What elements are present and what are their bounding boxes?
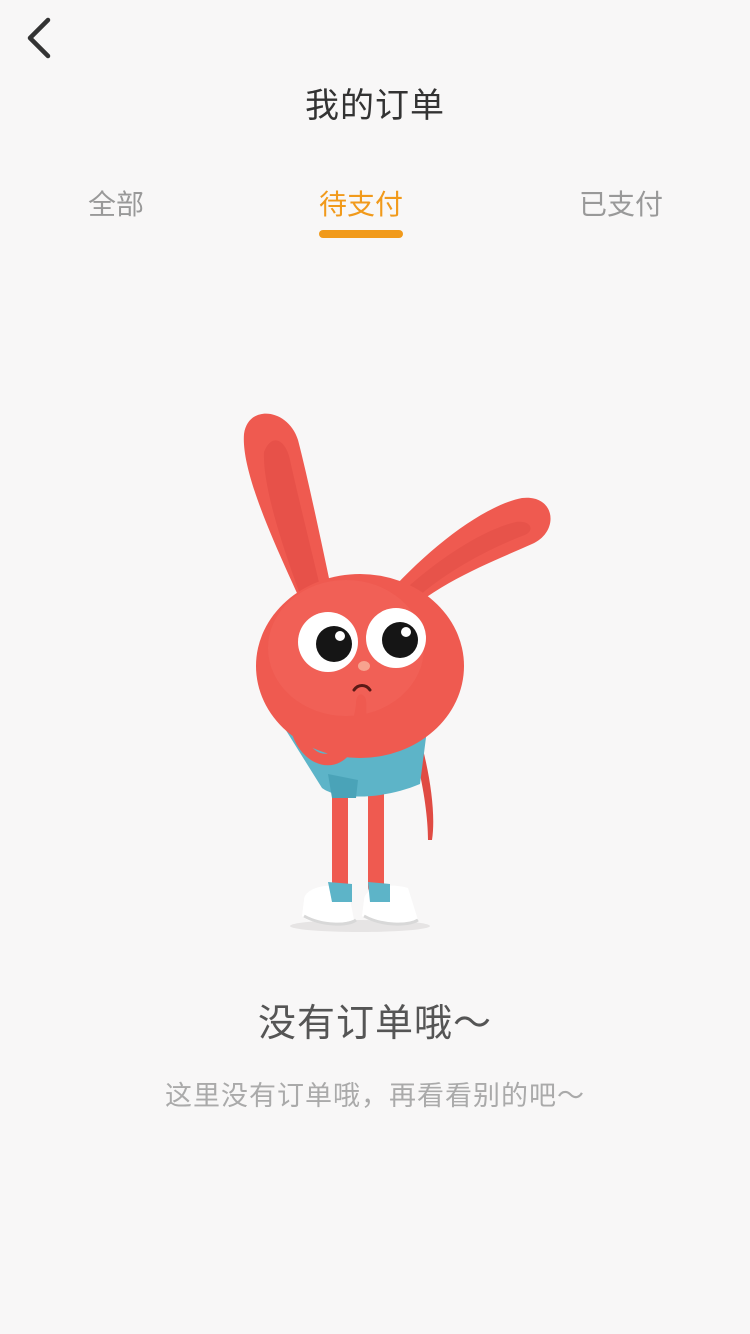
tab-label: 已支付 (578, 188, 663, 221)
order-tabs: 全部 待支付 已支付 (0, 180, 750, 250)
tab-pending-payment[interactable]: 待支付 (303, 180, 419, 242)
chevron-left-icon (27, 17, 51, 59)
back-button[interactable] (14, 12, 64, 64)
active-tab-indicator (319, 230, 403, 238)
tab-all[interactable]: 全部 (68, 180, 164, 242)
empty-state-subtitle: 这里没有订单哦，再看看别的吧～ (165, 1081, 585, 1112)
rabbit-mascot-illustration (243, 413, 551, 932)
empty-state-title: 没有订单哦～ (257, 1001, 492, 1045)
orders-page: 我的订单 全部 待支付 已支付 没有订单哦～ 这里没有订单哦，再看看别的吧～ (0, 0, 750, 1334)
tab-paid[interactable]: 已支付 (560, 180, 682, 242)
tab-label: 全部 (87, 188, 144, 221)
tab-label: 待支付 (318, 188, 403, 221)
page-title: 我的订单 (305, 86, 445, 126)
